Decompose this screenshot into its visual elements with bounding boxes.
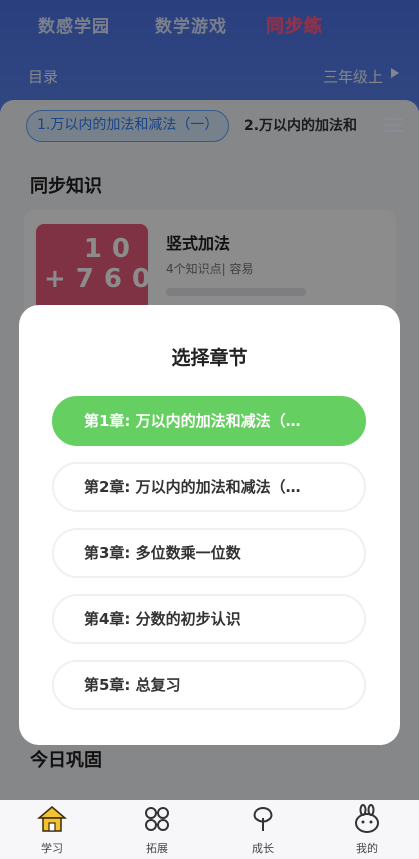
menu-icon[interactable] <box>385 118 403 132</box>
nav-growth-label: 成长 <box>252 842 274 855</box>
house-icon <box>37 806 67 832</box>
modal-title: 选择章节 <box>171 347 248 369</box>
chapter-select-modal: 选择章节 第1章: 万以内的加法和减法（… 第2章: 万以内的加法和减法（… 第… <box>19 305 400 745</box>
nav-study-label: 学习 <box>41 842 63 855</box>
nav-expand-label: 拓展 <box>146 842 168 855</box>
tree-icon <box>253 806 273 831</box>
nav-mine-label: 我的 <box>356 842 378 855</box>
nav-mine[interactable]: 我的 <box>337 804 397 856</box>
chapter-option-3[interactable]: 第3章: 多位数乘一位数 <box>52 528 366 578</box>
chapter-option-5[interactable]: 第5章: 总复习 <box>52 660 366 710</box>
nav-study[interactable]: 学习 <box>22 804 82 856</box>
chapter-option-4[interactable]: 第4章: 分数的初步认识 <box>52 594 366 644</box>
chapter-option-1[interactable]: 第1章: 万以内的加法和减法（… <box>52 396 366 446</box>
bunny-icon <box>355 804 379 833</box>
nav-growth[interactable]: 成长 <box>233 804 293 856</box>
nav-expand[interactable]: 拓展 <box>127 804 187 856</box>
grid-icon <box>145 807 169 831</box>
bottom-nav: 学习 拓展 成长 我的 <box>0 800 419 859</box>
chapter-option-2[interactable]: 第2章: 万以内的加法和减法（… <box>52 462 366 512</box>
